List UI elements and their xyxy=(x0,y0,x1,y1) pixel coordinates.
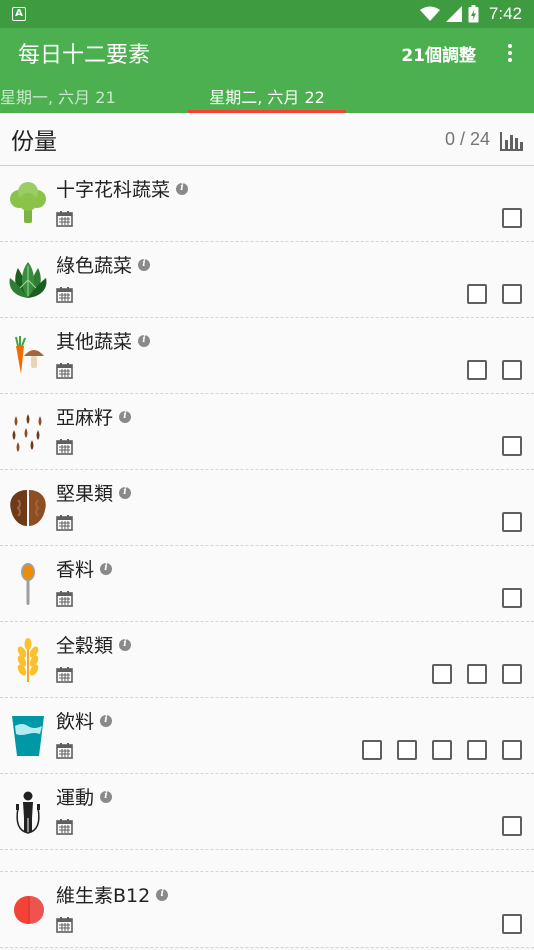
item-name: 亞麻籽 i xyxy=(56,403,132,430)
servings-header: 份量 0 / 24 xyxy=(0,113,534,166)
calendar-icon[interactable] xyxy=(56,818,73,835)
app-notification-icon: A xyxy=(12,7,26,21)
vitamin-pill-icon xyxy=(14,896,44,924)
serving-checkbox[interactable] xyxy=(502,740,522,760)
serving-checkbox[interactable] xyxy=(362,740,382,760)
calendar-icon[interactable] xyxy=(56,514,73,531)
app-bar: 每日十二要素 21個調整 xyxy=(0,28,534,78)
jump-rope-icon xyxy=(16,791,40,834)
serving-checkbox[interactable] xyxy=(502,588,522,608)
list-item[interactable]: 其他蔬菜 i xyxy=(0,318,534,394)
serving-checkbox[interactable] xyxy=(502,664,522,684)
serving-checkboxes xyxy=(502,208,522,228)
serving-checkboxes xyxy=(502,588,522,608)
serving-checkboxes xyxy=(467,360,522,380)
overflow-menu-icon[interactable] xyxy=(498,28,522,78)
item-name: 十字花科蔬菜 i xyxy=(56,175,189,202)
calendar-icon[interactable] xyxy=(56,286,73,303)
walnut-icon xyxy=(10,490,46,526)
serving-checkboxes xyxy=(467,284,522,304)
food-list: 十字花科蔬菜 i 綠色蔬菜 i 其他蔬菜 i 亞麻籽 i 堅果類 i 香料 i … xyxy=(0,166,534,948)
serving-checkboxes xyxy=(502,512,522,532)
info-icon[interactable]: i xyxy=(100,562,113,575)
wifi-icon xyxy=(419,6,440,21)
item-name: 飲料 i xyxy=(56,707,113,734)
tab-previous-day[interactable]: 星期一, 六月 21 xyxy=(0,78,116,113)
info-icon[interactable]: i xyxy=(138,334,151,347)
serving-checkbox[interactable] xyxy=(467,740,487,760)
item-name: 堅果類 i xyxy=(56,479,132,506)
app-title: 每日十二要素 xyxy=(18,43,151,68)
drink-cup-icon xyxy=(12,716,44,756)
item-name: 其他蔬菜 i xyxy=(56,327,151,354)
calendar-icon[interactable] xyxy=(56,210,73,227)
serving-checkboxes xyxy=(502,914,522,934)
list-item[interactable]: 維生素B12 i xyxy=(0,872,534,948)
info-icon[interactable]: i xyxy=(119,638,132,651)
serving-checkboxes xyxy=(502,816,522,836)
list-item[interactable]: 運動 i xyxy=(0,774,534,850)
serving-checkboxes xyxy=(502,436,522,456)
info-icon[interactable]: i xyxy=(100,714,113,727)
status-bar: A 7:42 xyxy=(0,0,534,28)
serving-checkbox[interactable] xyxy=(502,208,522,228)
info-icon[interactable]: i xyxy=(138,258,151,271)
serving-checkboxes xyxy=(432,664,522,684)
item-name: 運動 i xyxy=(56,783,113,810)
spice-spoon-icon xyxy=(21,563,35,605)
info-icon[interactable]: i xyxy=(100,790,113,803)
info-icon[interactable]: i xyxy=(119,410,132,423)
calendar-icon[interactable] xyxy=(56,362,73,379)
serving-checkbox[interactable] xyxy=(432,740,452,760)
calendar-icon[interactable] xyxy=(56,666,73,683)
item-name: 綠色蔬菜 i xyxy=(56,251,151,278)
calendar-icon[interactable] xyxy=(56,590,73,607)
servings-title: 份量 xyxy=(11,129,57,155)
calendar-icon[interactable] xyxy=(56,916,73,933)
servings-count: 0 / 24 xyxy=(444,129,490,149)
serving-checkbox[interactable] xyxy=(502,436,522,456)
item-name: 全穀類 i xyxy=(56,631,132,658)
list-item[interactable]: 堅果類 i xyxy=(0,470,534,546)
serving-checkbox[interactable] xyxy=(467,664,487,684)
serving-checkbox[interactable] xyxy=(467,360,487,380)
list-divider xyxy=(0,850,534,872)
date-tabs: 星期一, 六月 21 星期二, 六月 22 xyxy=(0,78,534,113)
broccoli-icon xyxy=(10,182,46,223)
item-name: 香料 i xyxy=(56,555,113,582)
bar-chart-icon[interactable] xyxy=(500,131,524,151)
list-item[interactable]: 綠色蔬菜 i xyxy=(0,242,534,318)
serving-checkbox[interactable] xyxy=(502,284,522,304)
item-name: 維生素B12 i xyxy=(56,881,169,908)
adjustments-button[interactable]: 21個調整 xyxy=(401,28,476,78)
list-item[interactable]: 亞麻籽 i xyxy=(0,394,534,470)
battery-charging-icon xyxy=(468,5,479,23)
serving-checkbox[interactable] xyxy=(502,914,522,934)
info-icon[interactable]: i xyxy=(176,182,189,195)
status-time: 7:42 xyxy=(488,4,522,23)
list-item[interactable]: 香料 i xyxy=(0,546,534,622)
serving-checkboxes xyxy=(362,740,522,760)
calendar-icon[interactable] xyxy=(56,438,73,455)
info-icon[interactable]: i xyxy=(156,888,169,901)
list-item[interactable]: 全穀類 i xyxy=(0,622,534,698)
wheat-icon xyxy=(17,638,39,682)
tab-current-day[interactable]: 星期二, 六月 22 xyxy=(188,78,346,113)
calendar-icon[interactable] xyxy=(56,742,73,759)
serving-checkbox[interactable] xyxy=(467,284,487,304)
flaxseed-icon xyxy=(12,414,42,452)
serving-checkbox[interactable] xyxy=(502,512,522,532)
leafy-greens-icon xyxy=(9,262,47,298)
serving-checkbox[interactable] xyxy=(432,664,452,684)
serving-checkbox[interactable] xyxy=(502,360,522,380)
list-item[interactable]: 飲料 i xyxy=(0,698,534,774)
status-indicators: 7:42 xyxy=(419,0,522,28)
info-icon[interactable]: i xyxy=(119,486,132,499)
serving-checkbox[interactable] xyxy=(502,816,522,836)
list-item[interactable]: 十字花科蔬菜 i xyxy=(0,166,534,242)
serving-checkbox[interactable] xyxy=(397,740,417,760)
carrot-mushroom-icon xyxy=(15,336,44,374)
signal-icon xyxy=(445,6,462,22)
